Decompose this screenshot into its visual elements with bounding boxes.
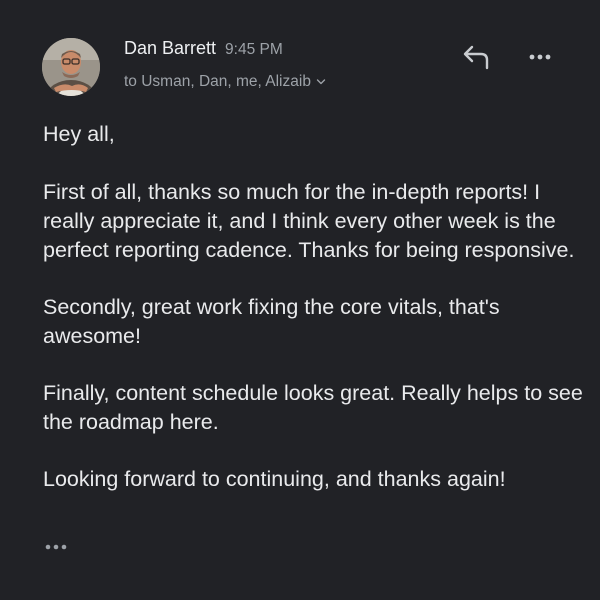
sender-name[interactable]: Dan Barrett	[124, 38, 216, 59]
body-paragraph: Finally, content schedule looks great. R…	[43, 381, 583, 434]
body-paragraph: First of all, thanks so much for the in-…	[43, 180, 575, 262]
greeting-paragraph: Hey all,	[43, 122, 115, 146]
closing-paragraph: Looking forward to continuing, and thank…	[43, 467, 506, 491]
message-body: Hey all, First of all, thanks so much fo…	[43, 120, 583, 522]
show-trimmed-content-button[interactable]	[44, 540, 70, 554]
reply-icon	[463, 45, 489, 70]
avatar[interactable]	[42, 38, 100, 96]
body-paragraph: Secondly, great work fixing the core vit…	[43, 295, 500, 348]
sender-row: Dan Barrett 9:45 PM	[124, 38, 283, 59]
chevron-down-icon[interactable]	[316, 77, 326, 87]
recipients-line[interactable]: to Usman, Dan, me, Alizaib	[124, 73, 326, 91]
show-trimmed-content-icon	[45, 544, 67, 550]
sent-time: 9:45 PM	[225, 41, 283, 58]
avatar-photo	[42, 38, 100, 96]
message-header: Dan Barrett 9:45 PM to Usman, Dan, me, A…	[0, 0, 600, 110]
recipients-text[interactable]: to Usman, Dan, me, Alizaib	[124, 73, 311, 91]
more-options-icon	[529, 54, 551, 60]
reply-button[interactable]	[460, 42, 494, 72]
more-options-button[interactable]	[524, 44, 556, 70]
